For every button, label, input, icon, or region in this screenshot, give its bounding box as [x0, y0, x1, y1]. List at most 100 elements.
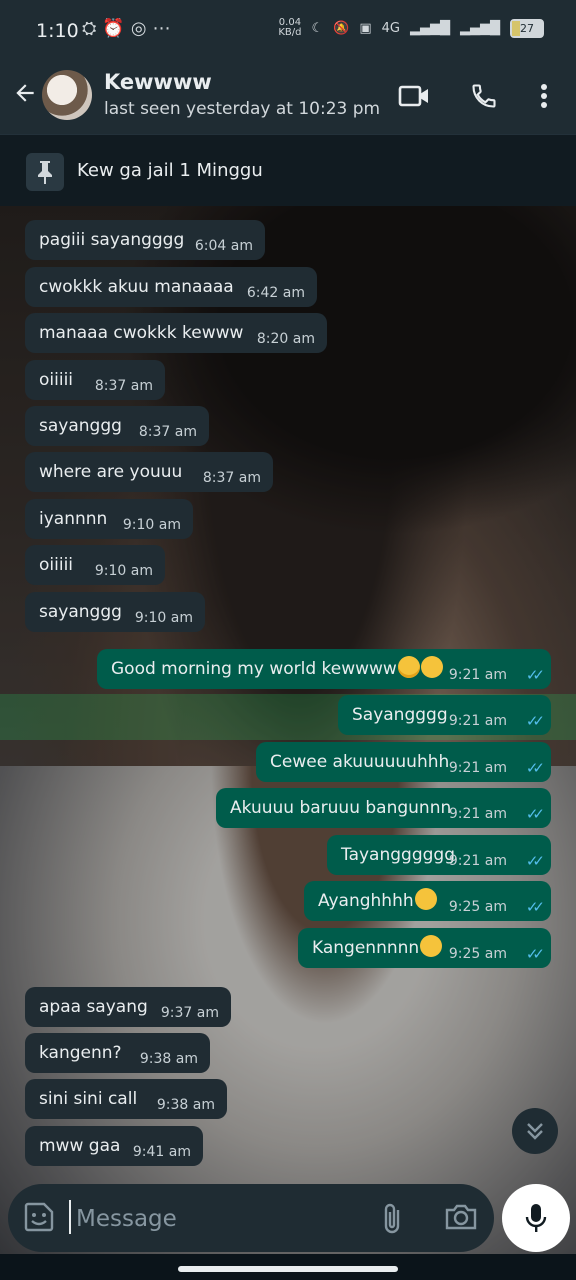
message-time: 9:10 am: [122, 517, 181, 533]
vertical-dots-icon: [541, 84, 547, 108]
mute-icon: 🔕: [333, 20, 350, 36]
read-ticks-icon: ✓✓: [525, 759, 545, 777]
contact-name[interactable]: Kewwww: [104, 70, 212, 94]
message-time: 8:37 am: [94, 378, 153, 394]
message-bubble[interactable]: oiiiii 9:10 am: [25, 545, 165, 585]
message-text: Tayangggggg: [341, 845, 455, 865]
message-time: 6:42 am: [246, 285, 305, 301]
message-text: sayanggg: [39, 416, 122, 436]
home-handle[interactable]: [178, 1266, 398, 1272]
message-time: 9:21 am: [448, 853, 507, 869]
message-bubble[interactable]: cwokkk akuu manaaaa 6:42 am: [25, 267, 317, 307]
video-camera-icon: [398, 85, 428, 107]
message-text: oiiiii: [39, 555, 74, 575]
speed-unit: KB/d: [278, 27, 302, 38]
message-text: pagiii sayangggg: [39, 230, 185, 250]
message-bubble[interactable]: manaaa cwokkk kewww 8:20 am: [25, 313, 327, 353]
message-text: mww gaa: [39, 1136, 121, 1156]
message-text: kangenn?: [39, 1043, 122, 1063]
message-bubble-outgoing[interactable]: Cewee akuuuuuuhhh 9:21 am ✓✓: [256, 742, 551, 782]
message-time: 9:38 am: [139, 1051, 198, 1067]
alarm-icon: ⏰: [102, 18, 131, 39]
message-bubble-outgoing[interactable]: Kangennnnn 9:25 am ✓✓: [298, 928, 551, 968]
message-bubble[interactable]: where are youuu 8:37 am: [25, 452, 273, 492]
message-bubble[interactable]: sini sini call 9:38 am: [25, 1079, 227, 1119]
message-bubble[interactable]: sayanggg 8:37 am: [25, 406, 209, 446]
pin-icon: [26, 153, 64, 191]
message-bubble[interactable]: pagiii sayangggg 6:04 am: [25, 220, 265, 260]
smiling-face-with-hearts-icon: [420, 656, 443, 678]
message-time: 9:25 am: [448, 946, 507, 962]
voice-call-button[interactable]: [466, 78, 502, 114]
message-time: 8:37 am: [202, 470, 261, 486]
avatar[interactable]: [42, 70, 92, 120]
moon-icon: ☾: [311, 20, 324, 36]
message-time: 8:37 am: [138, 424, 197, 440]
video-call-button[interactable]: [396, 78, 432, 114]
emoji-sticker-icon: [24, 1202, 54, 1232]
text-cursor: [69, 1200, 71, 1234]
more-options-button[interactable]: [526, 78, 562, 114]
message-time: 9:21 am: [448, 667, 507, 683]
status-bar: 1:10 ⛭⏰◎⋯ 0.04 KB/d ☾ 🔕 ▣ 4G ▂▄▆█ ▂▄▆█ 2…: [0, 0, 576, 62]
message-text: sayanggg: [39, 602, 122, 622]
smiling-face-with-halo-icon: [397, 656, 420, 678]
message-bubble-outgoing[interactable]: Tayangggggg 9:21 am ✓✓: [327, 835, 551, 875]
chat-header: Kewwww last seen yesterday at 10:23 pm: [0, 62, 576, 134]
attach-button[interactable]: [378, 1202, 408, 1236]
message-bubble-outgoing[interactable]: Ayanghhhh 9:25 am ✓✓: [304, 881, 551, 921]
message-text: Kangennnnn: [312, 938, 420, 958]
battery-icon: 27: [510, 18, 544, 38]
phone-icon: [472, 84, 496, 108]
double-chevron-down-icon: [527, 1123, 543, 1140]
read-ticks-icon: ✓✓: [525, 898, 545, 916]
status-left-icons: ⛭⏰◎⋯: [82, 18, 177, 39]
message-time: 9:37 am: [160, 1005, 219, 1021]
contact-status[interactable]: last seen yesterday at 10:23 pm: [104, 99, 380, 119]
pinned-message-bar[interactable]: Kew ga jail 1 Minggu: [0, 134, 576, 207]
emoji-button[interactable]: [22, 1200, 56, 1234]
message-text: Cewee akuuuuuuhhh: [270, 752, 450, 772]
volte-icon: ▣: [359, 20, 372, 36]
message-bubble-outgoing[interactable]: Good morning my world kewwww 9:21 am ✓✓: [97, 649, 551, 689]
message-time: 9:41 am: [132, 1144, 191, 1160]
message-time: 8:20 am: [256, 331, 315, 347]
message-composer: [8, 1184, 494, 1252]
status-time: 1:10: [36, 20, 79, 42]
message-time: 9:21 am: [448, 806, 507, 822]
message-text: cwokkk akuu manaaaa: [39, 277, 234, 297]
back-arrow-icon[interactable]: [12, 80, 38, 110]
message-bubble[interactable]: apaa sayang 9:37 am: [25, 987, 231, 1027]
message-input[interactable]: [74, 1198, 368, 1240]
message-time: 9:10 am: [134, 610, 193, 626]
message-bubble[interactable]: oiiiii 8:37 am: [25, 360, 165, 400]
confounded-face-icon: [420, 935, 443, 957]
message-bubble[interactable]: sayanggg 9:10 am: [25, 592, 205, 632]
navigation-bar: [0, 1254, 576, 1280]
more-dots-icon: ⋯: [152, 18, 177, 39]
message-time: 9:38 am: [156, 1097, 215, 1113]
message-text: apaa sayang: [39, 997, 148, 1017]
battery-level: 27: [520, 21, 534, 35]
message-bubble[interactable]: kangenn? 9:38 am: [25, 1033, 210, 1073]
message-text: oiiiii: [39, 370, 74, 390]
signal-icon-2: ▂▄▆█: [460, 20, 500, 36]
message-time: 9:21 am: [448, 760, 507, 776]
message-bubble[interactable]: mww gaa 9:41 am: [25, 1126, 203, 1166]
message-text: sini sini call: [39, 1089, 138, 1109]
scroll-to-bottom-button[interactable]: [512, 1108, 558, 1154]
message-bubble-outgoing[interactable]: Sayangggg 9:21 am ✓✓: [338, 695, 551, 735]
whatsapp-icon: ◎: [130, 18, 153, 39]
message-text: Good morning my world kewwww: [111, 659, 397, 679]
voice-record-button[interactable]: [502, 1184, 570, 1252]
message-time: 9:21 am: [448, 713, 507, 729]
camera-button[interactable]: [444, 1202, 478, 1236]
pinned-message-text: Kew ga jail 1 Minggu: [77, 160, 263, 181]
message-bubble-outgoing[interactable]: Akuuuu baruuu bangunnn 9:21 am ✓✓: [216, 788, 551, 828]
read-ticks-icon: ✓✓: [525, 805, 545, 823]
microphone-icon: [525, 1204, 547, 1232]
message-time: 9:10 am: [94, 563, 153, 579]
loudly-crying-face-icon: [414, 888, 437, 910]
message-bubble[interactable]: iyannnn 9:10 am: [25, 499, 193, 539]
network-speed: 0.04 KB/d: [278, 18, 301, 38]
